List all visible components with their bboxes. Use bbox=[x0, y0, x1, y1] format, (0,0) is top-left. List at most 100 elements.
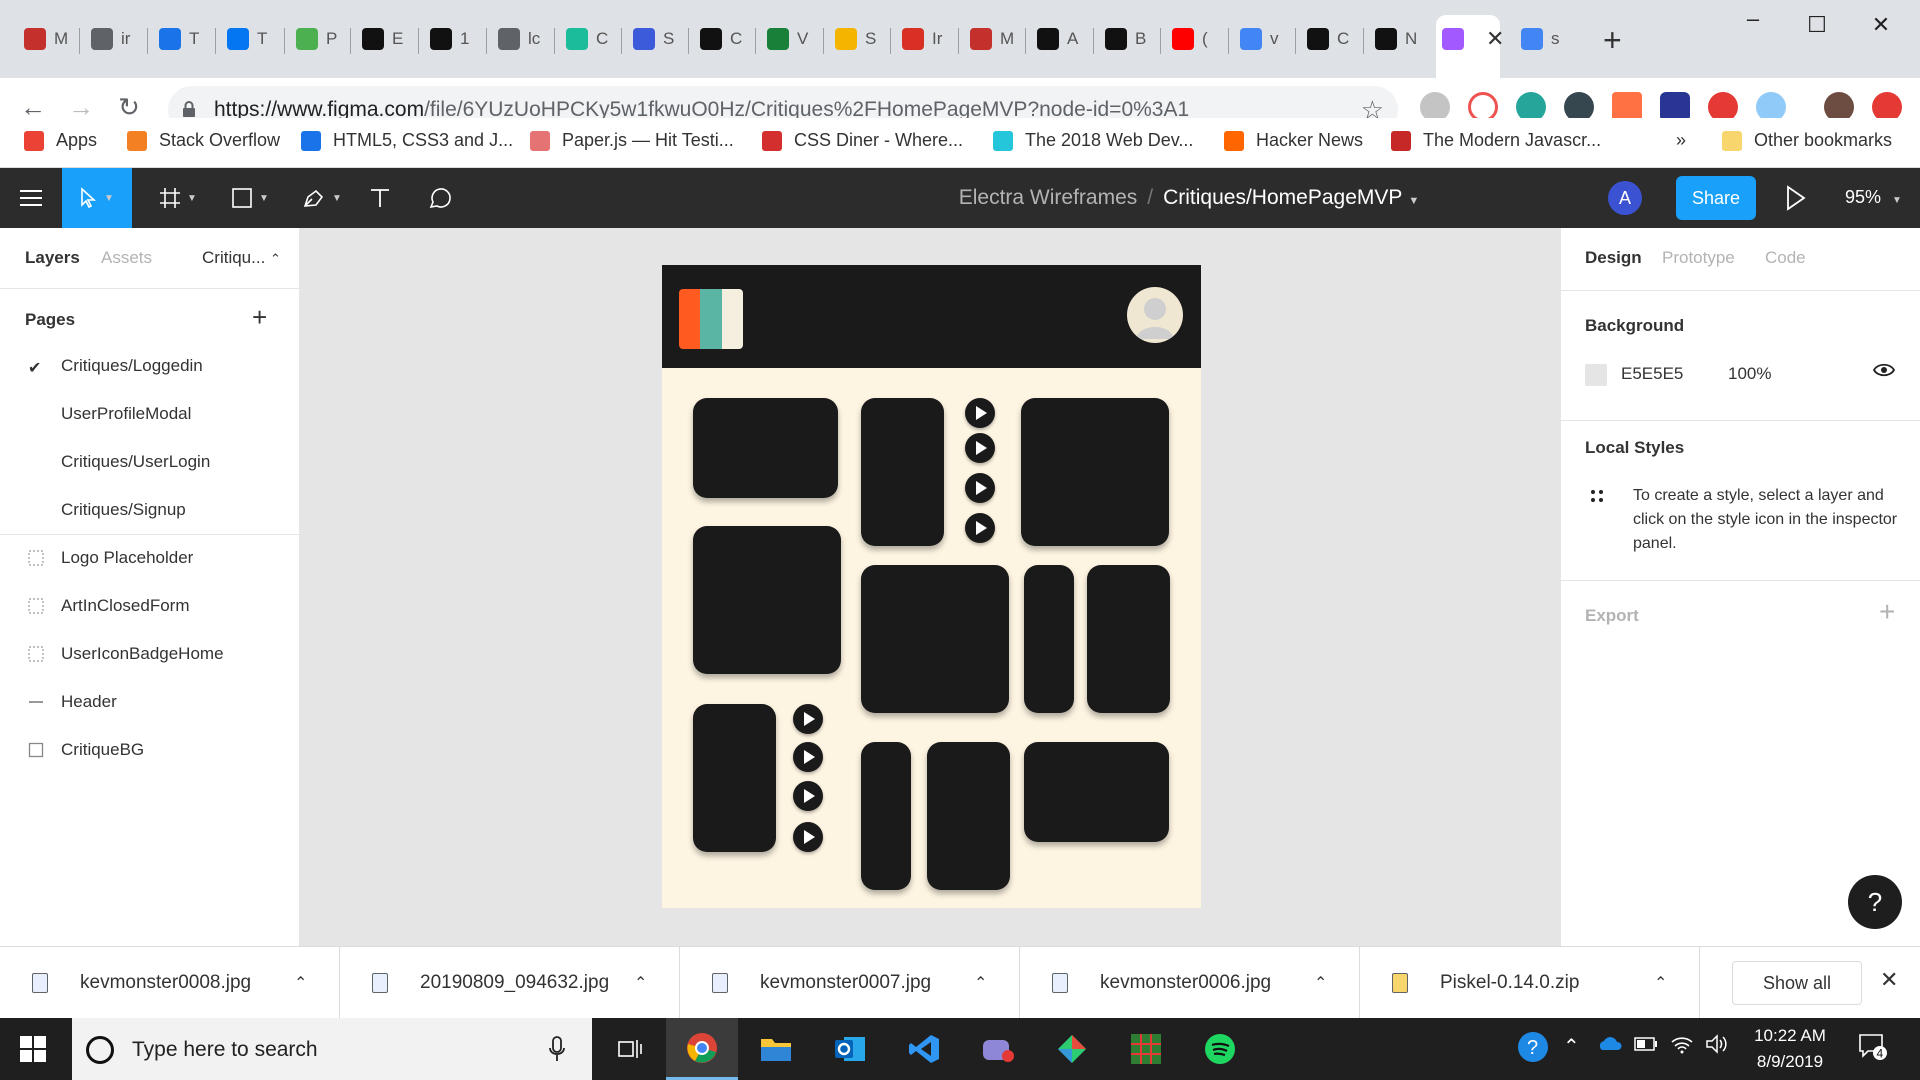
layer-row[interactable]: Header bbox=[28, 692, 117, 712]
close-tab-icon[interactable]: ✕ bbox=[1486, 26, 1504, 52]
layer-row[interactable]: CritiqueBG bbox=[28, 740, 144, 760]
search-input[interactable]: Type here to search bbox=[132, 1038, 318, 1062]
bookmark-item[interactable]: Stack Overflow bbox=[127, 130, 280, 151]
share-button[interactable]: Share bbox=[1676, 176, 1756, 220]
clock-time[interactable]: 10:22 AM bbox=[1750, 1026, 1830, 1046]
file-name[interactable]: Critiques/HomePageMVP bbox=[1163, 186, 1402, 209]
user-icon-badge[interactable] bbox=[1127, 287, 1183, 343]
art-card[interactable] bbox=[1021, 398, 1169, 546]
add-export-button[interactable]: + bbox=[1879, 596, 1895, 628]
browser-tab[interactable]: P bbox=[290, 15, 340, 63]
browser-tab[interactable]: C bbox=[560, 15, 610, 63]
browser-tab[interactable]: N bbox=[1369, 15, 1419, 63]
layer-row[interactable]: Logo Placeholder bbox=[28, 548, 193, 568]
clock-date[interactable]: 8/9/2019 bbox=[1750, 1052, 1830, 1072]
controller-app-icon[interactable] bbox=[962, 1018, 1034, 1080]
browser-tab[interactable]: S bbox=[627, 15, 677, 63]
play-icon[interactable] bbox=[965, 433, 995, 463]
bookmark-item[interactable]: Paper.js — Hit Testi... bbox=[530, 130, 734, 151]
browser-tab[interactable]: T bbox=[153, 15, 203, 63]
close-icon[interactable]: ✕ bbox=[1880, 967, 1898, 993]
close-window-button[interactable]: ✕ bbox=[1866, 12, 1896, 38]
play-icon[interactable] bbox=[965, 473, 995, 503]
browser-tab[interactable]: T bbox=[221, 15, 271, 63]
add-page-button[interactable]: + bbox=[252, 302, 267, 333]
layer-row[interactable]: ArtInClosedForm bbox=[28, 596, 189, 616]
critique-frame[interactable] bbox=[662, 265, 1201, 908]
layer-row[interactable]: UserIconBadgeHome bbox=[28, 644, 224, 664]
tab-layers[interactable]: Layers bbox=[25, 248, 80, 268]
bookmark-item[interactable]: Hacker News bbox=[1224, 130, 1363, 151]
play-icon[interactable] bbox=[965, 513, 995, 543]
taskbar-search[interactable]: Type here to search bbox=[72, 1018, 592, 1080]
art-card[interactable] bbox=[861, 565, 1009, 713]
wifi-icon[interactable] bbox=[1670, 1034, 1694, 1060]
download-item[interactable]: 20190809_094632.jpg ⌃ bbox=[340, 947, 680, 1019]
background-hex-input[interactable]: E5E5E5 bbox=[1621, 364, 1683, 384]
vscode-icon[interactable] bbox=[888, 1018, 960, 1080]
art-card[interactable] bbox=[693, 398, 838, 498]
project-name[interactable]: Electra Wireframes bbox=[959, 186, 1138, 209]
onedrive-icon[interactable] bbox=[1596, 1034, 1622, 1058]
bookmark-item[interactable]: Apps bbox=[24, 130, 97, 151]
tab-design[interactable]: Design bbox=[1585, 248, 1642, 268]
page-item[interactable]: UserProfileModal bbox=[61, 404, 191, 424]
chevron-up-icon[interactable]: ⌃ bbox=[634, 973, 647, 993]
art-card[interactable] bbox=[1024, 565, 1074, 713]
browser-tab[interactable]: 1 bbox=[424, 15, 474, 63]
art-card[interactable] bbox=[693, 704, 776, 852]
eye-icon[interactable] bbox=[1873, 362, 1895, 378]
help-button[interactable]: ? bbox=[1848, 875, 1902, 929]
tab-prototype[interactable]: Prototype bbox=[1662, 248, 1735, 268]
play-icon[interactable] bbox=[793, 781, 823, 811]
header-bar[interactable] bbox=[662, 265, 1201, 368]
browser-tab[interactable]: M bbox=[18, 15, 68, 63]
download-item[interactable]: Piskel-0.14.0.zip ⌃ bbox=[1360, 947, 1700, 1019]
bookmark-item[interactable]: CSS Diner - Where... bbox=[762, 130, 963, 151]
browser-tab[interactable]: lc bbox=[492, 15, 542, 63]
bookmarks-overflow[interactable]: » bbox=[1676, 130, 1686, 151]
chevron-up-icon[interactable]: ⌃ bbox=[974, 973, 987, 993]
browser-tab[interactable]: ( bbox=[1166, 15, 1216, 63]
spotify-icon[interactable] bbox=[1184, 1018, 1256, 1080]
download-item[interactable]: kevmonster0008.jpg ⌃ bbox=[0, 947, 340, 1019]
art-card[interactable] bbox=[1024, 742, 1169, 842]
download-item[interactable]: kevmonster0006.jpg ⌃ bbox=[1020, 947, 1360, 1019]
browser-tab[interactable]: Cr✕ bbox=[1436, 15, 1504, 78]
other-bookmarks[interactable]: Other bookmarks bbox=[1722, 130, 1892, 151]
zoom-dropdown[interactable]: 95% ▼ bbox=[1845, 187, 1902, 208]
task-view-icon[interactable] bbox=[594, 1018, 666, 1080]
chevron-up-icon[interactable]: ⌃ bbox=[294, 973, 307, 993]
maximize-button[interactable]: ☐ bbox=[1802, 12, 1832, 38]
browser-tab[interactable]: E bbox=[356, 15, 406, 63]
chevron-down-icon[interactable]: ▼ bbox=[1408, 195, 1419, 207]
bookmark-item[interactable]: The Modern Javascr... bbox=[1391, 130, 1601, 151]
art-card[interactable] bbox=[927, 742, 1010, 890]
page-switcher[interactable]: Critiqu... ⌃ bbox=[202, 248, 281, 268]
notifications-icon[interactable]: 4 bbox=[1858, 1032, 1888, 1068]
present-play-icon[interactable] bbox=[1784, 184, 1808, 212]
git-tool-icon[interactable] bbox=[1036, 1018, 1108, 1080]
browser-tab[interactable]: Ir bbox=[896, 15, 946, 63]
new-tab-button[interactable]: + bbox=[1603, 22, 1622, 59]
art-card[interactable] bbox=[693, 526, 841, 674]
minimize-button[interactable]: – bbox=[1738, 6, 1768, 32]
art-card[interactable] bbox=[1087, 565, 1170, 713]
browser-tab[interactable]: v bbox=[1234, 15, 1284, 63]
avatar[interactable]: A bbox=[1608, 181, 1642, 215]
tab-code[interactable]: Code bbox=[1765, 248, 1806, 268]
background-color-swatch[interactable] bbox=[1585, 364, 1607, 386]
browser-tab[interactable]: C bbox=[1301, 15, 1351, 63]
chevron-up-icon[interactable]: ⌃ bbox=[1314, 973, 1327, 993]
download-item[interactable]: kevmonster0007.jpg ⌃ bbox=[680, 947, 1020, 1019]
play-icon[interactable] bbox=[793, 742, 823, 772]
browser-tab[interactable]: V bbox=[761, 15, 811, 63]
art-card[interactable] bbox=[861, 398, 944, 546]
tab-assets[interactable]: Assets bbox=[101, 248, 152, 268]
bookmark-item[interactable]: The 2018 Web Dev... bbox=[993, 130, 1193, 151]
chevron-up-icon[interactable]: ⌃ bbox=[1654, 973, 1667, 993]
lock-icon[interactable] bbox=[182, 101, 196, 117]
chevron-up-icon[interactable]: ⌃ bbox=[1563, 1034, 1580, 1059]
browser-tab[interactable]: s bbox=[1515, 15, 1565, 63]
file-explorer-icon[interactable] bbox=[740, 1018, 812, 1080]
